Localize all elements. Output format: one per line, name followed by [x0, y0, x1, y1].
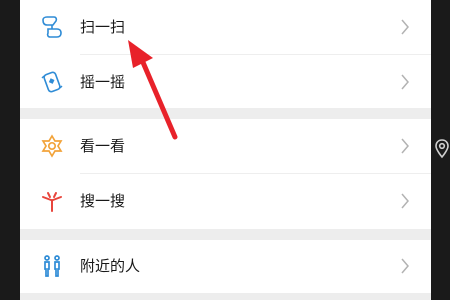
menu-item-label: 看一看	[80, 137, 126, 155]
look-icon	[40, 134, 64, 158]
menu-item-shake[interactable]: 摇一摇	[20, 55, 431, 110]
chevron-right-icon	[401, 258, 409, 274]
menu-item-label: 摇一摇	[80, 73, 126, 91]
chevron-right-icon	[401, 193, 409, 209]
menu-item-people-nearby[interactable]: 附近的人	[20, 240, 431, 293]
menu-group-scan-shake: 扫一扫 摇一摇	[20, 0, 431, 108]
menu-group-nearby: 附近的人	[20, 240, 431, 293]
chevron-right-icon	[401, 19, 409, 35]
menu-item-label: 搜一搜	[80, 192, 126, 210]
screen: 扫一扫 摇一摇 看一看 搜一搜 附近的人	[0, 0, 450, 300]
discover-menu-panel: 扫一扫 摇一摇 看一看 搜一搜 附近的人	[20, 0, 431, 300]
scan-icon	[40, 15, 64, 39]
people-nearby-icon	[40, 254, 64, 278]
location-pin-icon	[434, 138, 450, 160]
menu-item-scan[interactable]: 扫一扫	[20, 0, 431, 55]
shake-icon	[40, 70, 64, 94]
menu-item-search[interactable]: 搜一搜	[20, 174, 431, 229]
menu-item-label: 附近的人	[80, 257, 141, 275]
chevron-right-icon	[401, 138, 409, 154]
menu-group-look-search: 看一看 搜一搜	[20, 119, 431, 229]
chevron-right-icon	[401, 74, 409, 90]
menu-item-label: 扫一扫	[80, 18, 126, 36]
menu-item-look[interactable]: 看一看	[20, 119, 431, 174]
search-icon	[40, 189, 64, 213]
